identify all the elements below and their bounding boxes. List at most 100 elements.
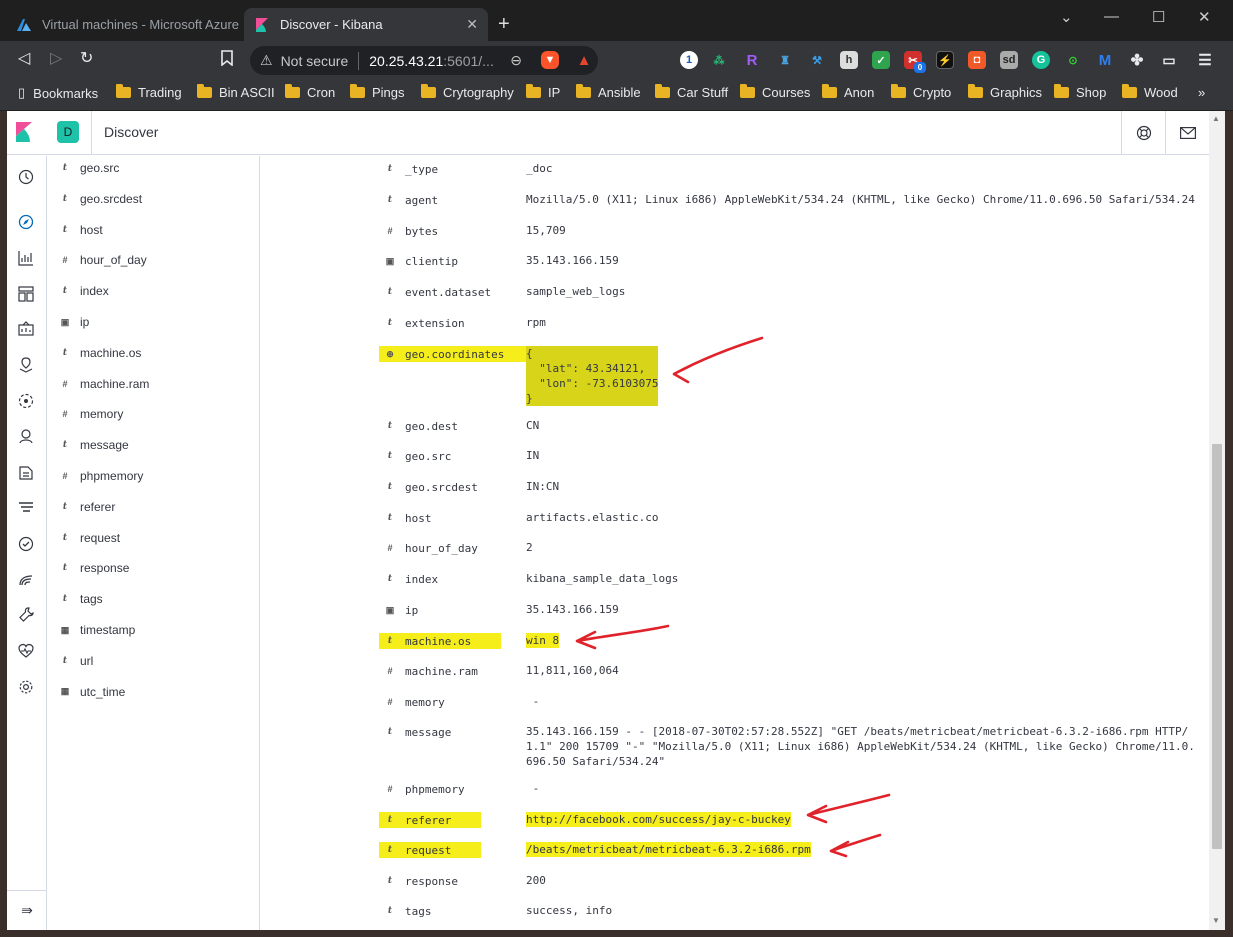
- doc-field-key[interactable]: t referer: [379, 812, 482, 828]
- dev-tools-wrench-icon[interactable]: [17, 606, 35, 624]
- field-item[interactable]: # phpmemory: [58, 466, 143, 486]
- monitoring-heartbeat-icon[interactable]: [17, 642, 35, 660]
- reload-button[interactable]: ↻: [80, 50, 93, 68]
- bookmark-folder-pings[interactable]: Pings: [350, 84, 405, 100]
- doc-field-key[interactable]: t geo.dest: [383, 418, 458, 434]
- mouse-ext-icon[interactable]: ⊙: [1064, 51, 1082, 69]
- tag-ext-icon[interactable]: ♜: [776, 51, 794, 69]
- more-bookmarks-button[interactable]: »: [1198, 85, 1205, 100]
- apm-icon[interactable]: [17, 499, 35, 517]
- management-gear-icon[interactable]: [17, 678, 35, 696]
- bookmark-folder-courses[interactable]: Courses: [740, 84, 810, 100]
- doc-field-key[interactable]: t index: [383, 571, 438, 587]
- maps-icon[interactable]: [17, 356, 35, 374]
- bookmark-folder-car-stuff[interactable]: Car Stuff: [655, 84, 728, 100]
- doc-field-key[interactable]: t machine.os: [379, 633, 502, 649]
- field-item[interactable]: t geo.srcdest: [58, 189, 142, 209]
- bookmark-folder-bin-ascii[interactable]: Bin ASCII: [197, 84, 275, 100]
- field-item[interactable]: t response: [58, 558, 129, 578]
- field-item[interactable]: t host: [58, 220, 103, 240]
- logs-icon[interactable]: [17, 463, 35, 481]
- bookmark-folder-wood[interactable]: Wood: [1122, 84, 1178, 100]
- recently-viewed-clock-icon[interactable]: [17, 168, 35, 186]
- doc-field-key[interactable]: t tags: [383, 903, 432, 919]
- bookmarks-button[interactable]: ▯ Bookmarks: [18, 85, 98, 101]
- doc-field-key[interactable]: # machine.ram: [383, 663, 477, 679]
- sd-ext-icon[interactable]: sd: [1000, 51, 1018, 69]
- doc-field-key[interactable]: t geo.srcdest: [383, 479, 478, 495]
- field-item[interactable]: t request: [58, 528, 120, 548]
- doc-field-key[interactable]: ▣ clientip: [383, 253, 458, 269]
- doc-field-key[interactable]: t extension: [383, 315, 465, 331]
- bookmark-folder-anon[interactable]: Anon: [822, 84, 874, 100]
- malwarebytes-icon[interactable]: M: [1096, 51, 1114, 69]
- field-item[interactable]: ▣ ip: [58, 312, 90, 332]
- field-item[interactable]: t message: [58, 435, 129, 455]
- maximize-button[interactable]: ☐: [1152, 8, 1165, 26]
- wallet-icon[interactable]: ▭: [1160, 51, 1178, 69]
- bookmark-folder-ip[interactable]: IP: [526, 84, 560, 100]
- grammarly-icon[interactable]: G: [1032, 51, 1050, 69]
- h-ext-icon[interactable]: h: [840, 51, 858, 69]
- shield-ext-icon[interactable]: ✓: [872, 51, 890, 69]
- password-manager-icon[interactable]: 1: [680, 51, 698, 69]
- tab-search-icon[interactable]: ⌄: [1060, 8, 1073, 26]
- hammer-ext-icon[interactable]: ⚒: [808, 51, 826, 69]
- tab-azure[interactable]: Virtual machines - Microsoft Azure: [8, 8, 240, 41]
- field-item[interactable]: ▦ utc_time: [58, 682, 126, 702]
- doc-field-key[interactable]: # hour_of_day: [383, 540, 477, 556]
- discover-compass-icon[interactable]: [17, 213, 35, 231]
- collapse-nav-button[interactable]: ⇛: [7, 890, 47, 930]
- bookmark-folder-crytography[interactable]: Crytography: [421, 84, 514, 100]
- doc-field-key[interactable]: # memory: [383, 694, 444, 710]
- machine-learning-icon[interactable]: [17, 392, 35, 410]
- lock-ext-icon[interactable]: ◘: [968, 51, 986, 69]
- scroll-up-icon[interactable]: ▲: [1212, 114, 1220, 123]
- space-avatar[interactable]: D: [57, 121, 79, 143]
- scrollbar-thumb[interactable]: [1212, 444, 1222, 849]
- dashboard-icon[interactable]: [17, 285, 35, 303]
- bookmark-folder-trading[interactable]: Trading: [116, 84, 182, 100]
- field-item[interactable]: t geo.src: [58, 158, 119, 178]
- doc-field-key[interactable]: # phpmemory: [383, 781, 464, 797]
- field-item[interactable]: # memory: [58, 404, 123, 424]
- kibana-logo-icon[interactable]: [15, 122, 33, 142]
- hummingbird-ext-icon[interactable]: ⁂: [710, 51, 728, 69]
- field-item[interactable]: # hour_of_day: [58, 250, 146, 270]
- new-tab-button[interactable]: +: [498, 14, 510, 34]
- visualize-icon[interactable]: [17, 249, 35, 267]
- bookmark-folder-crypto[interactable]: Crypto: [891, 84, 951, 100]
- metrics-icon[interactable]: [17, 427, 35, 445]
- bookmark-folder-graphics[interactable]: Graphics: [968, 84, 1042, 100]
- doc-field-key[interactable]: t _type: [383, 161, 438, 177]
- scroll-down-icon[interactable]: ▼: [1212, 916, 1220, 925]
- doc-field-key[interactable]: ⊕ geo.coordinates: [379, 346, 535, 362]
- newsfeed-button[interactable]: [1165, 111, 1209, 155]
- zoom-icon[interactable]: ⊖: [510, 52, 522, 69]
- siem-icon[interactable]: [17, 570, 35, 588]
- back-button[interactable]: ◁: [18, 50, 30, 68]
- canvas-icon[interactable]: [17, 320, 35, 338]
- field-item[interactable]: t index: [58, 281, 109, 301]
- lightning-ext-icon[interactable]: ⚡: [936, 51, 954, 69]
- minimize-button[interactable]: —: [1104, 8, 1119, 25]
- field-item[interactable]: t referer: [58, 497, 115, 517]
- doc-field-key[interactable]: t event.dataset: [383, 284, 491, 300]
- field-item[interactable]: t machine.os: [58, 343, 141, 363]
- bookmark-folder-cron[interactable]: Cron: [285, 84, 335, 100]
- close-window-button[interactable]: ✕: [1198, 8, 1211, 26]
- doc-field-key[interactable]: t message: [383, 724, 451, 740]
- doc-field-key[interactable]: t agent: [383, 192, 438, 208]
- field-item[interactable]: ▦ timestamp: [58, 620, 136, 640]
- tab-kibana[interactable]: Discover - Kibana ✕: [244, 8, 488, 41]
- forward-button[interactable]: ▷: [50, 50, 62, 68]
- brave-shield-icon[interactable]: ▼: [541, 51, 559, 69]
- doc-field-key[interactable]: t response: [383, 873, 458, 889]
- field-item[interactable]: t tags: [58, 589, 103, 609]
- brave-rewards-icon[interactable]: ▲: [575, 51, 593, 69]
- menu-icon[interactable]: ☰: [1196, 51, 1214, 69]
- doc-field-key[interactable]: ▣ ip: [383, 602, 419, 618]
- r-ext-icon[interactable]: R: [743, 51, 761, 69]
- field-item[interactable]: t url: [58, 651, 93, 671]
- bookmark-folder-ansible[interactable]: Ansible: [576, 84, 641, 100]
